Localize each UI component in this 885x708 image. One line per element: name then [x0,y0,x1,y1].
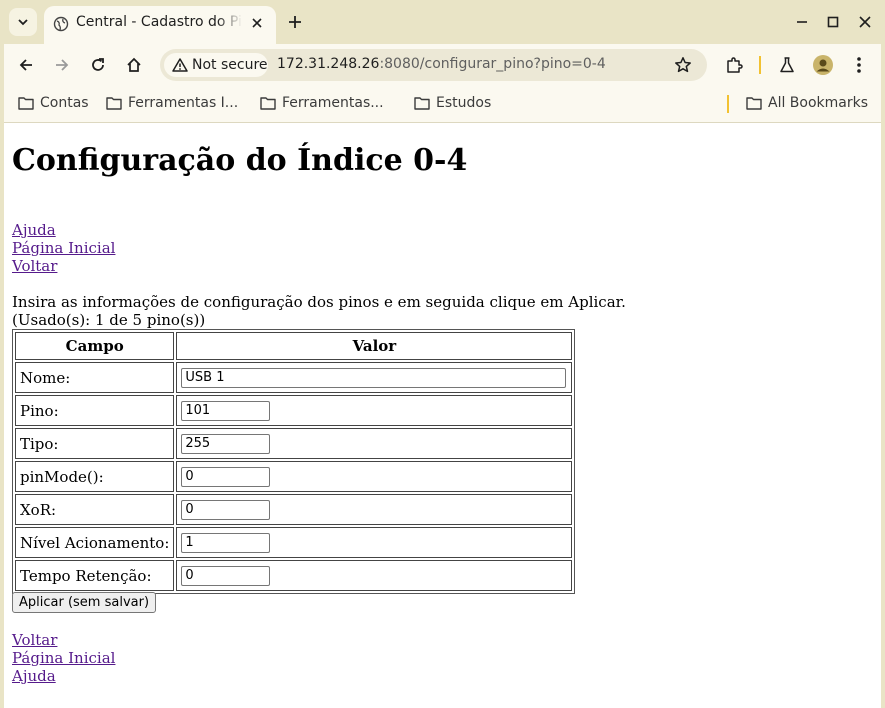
field-label-tempo-retencao: Tempo Retenção: [15,560,175,591]
field-cell [176,461,573,492]
nome-input[interactable] [181,367,567,388]
toolbar-separator [759,56,761,74]
pinmode-input[interactable] [181,466,271,487]
bookmarks-separator [727,95,729,113]
table-row: Tipo: [15,428,573,459]
labs-icon[interactable] [775,53,799,77]
folder-icon [746,97,762,110]
field-label-pinmode: pinMode(): [15,461,175,492]
field-cell [176,527,573,558]
tab-strip: Central - Cadastro do Pinos [0,0,885,44]
bookmark-contas[interactable]: Contas [18,93,89,113]
table-row: Pino: [15,395,573,426]
minimize-icon[interactable] [792,12,812,32]
profile-icon[interactable] [811,53,835,77]
tab-active[interactable]: Central - Cadastro do Pinos [44,6,276,44]
back-icon[interactable] [14,53,38,77]
field-label-nome: Nome: [15,362,175,393]
bookmark-label: Contas [40,95,89,111]
warning-icon [172,58,188,72]
reload-icon[interactable] [86,53,110,77]
forward-icon[interactable] [50,53,74,77]
close-icon[interactable] [248,14,266,32]
url-host: 172.31.248.26 [277,56,380,72]
link-pagina-inicial-top[interactable]: Página Inicial [12,239,115,257]
table-row: pinMode(): [15,461,573,492]
window-close-icon[interactable] [855,12,875,32]
xor-input[interactable] [181,499,271,520]
field-cell [176,560,573,591]
folder-icon [260,97,276,110]
link-pagina-inicial-bottom[interactable]: Página Inicial [12,649,115,667]
field-cell [176,395,573,426]
bookmark-ferramentas-2[interactable]: Ferramentas... [260,93,384,113]
link-ajuda-top[interactable]: Ajuda [12,221,115,239]
field-label-pino: Pino: [15,395,175,426]
maximize-icon[interactable] [823,12,843,32]
folder-icon [106,97,122,110]
link-voltar-bottom[interactable]: Voltar [12,631,115,649]
all-bookmarks-label: All Bookmarks [768,95,869,111]
instructions-text: Insira as informações de configuração do… [12,293,626,311]
bottom-links: Voltar Página Inicial Ajuda [12,631,115,685]
usage-text: (Usado(s): 1 de 5 pino(s)) [12,311,206,329]
instructions-block: Insira as informações de configuração do… [12,293,626,329]
link-ajuda-bottom[interactable]: Ajuda [12,667,115,685]
tipo-input[interactable] [181,433,271,454]
bookmark-estudos[interactable]: Estudos [414,93,491,113]
security-chip[interactable]: Not secure [164,53,268,77]
bookmark-label: Ferramentas... [282,95,384,111]
table-row: Nível Acionamento: [15,527,573,558]
field-label-tipo: Tipo: [15,428,175,459]
config-table: Campo Valor Nome: Pino: Tipo: pinMode():… [12,329,576,594]
nivel-acionamento-input[interactable] [181,532,271,553]
top-links: Ajuda Página Inicial Voltar [12,221,115,275]
page-content: Configuração do Índice 0-4 Ajuda Página … [4,123,881,708]
header-valor: Valor [176,332,573,360]
url-path: :8080/configurar_pino?pino=0-4 [379,56,606,72]
url-text[interactable]: 172.31.248.26:8080/configurar_pino?pino=… [277,56,606,72]
table-header-row: Campo Valor [15,332,573,360]
table-row: Tempo Retenção: [15,560,573,591]
menu-icon[interactable] [847,53,871,77]
field-cell [176,362,573,393]
page-title: Configuração do Índice 0-4 [12,143,468,178]
address-bar[interactable]: Not secure 172.31.248.26:8080/configurar… [160,49,707,81]
table-row: Nome: [15,362,573,393]
tempo-retencao-input[interactable] [181,565,271,586]
toolbar: Not secure 172.31.248.26:8080/configurar… [4,44,881,86]
field-cell [176,428,573,459]
bookmark-label: Estudos [436,95,492,111]
link-voltar-top[interactable]: Voltar [12,257,115,275]
home-icon[interactable] [122,53,146,77]
header-campo: Campo [15,332,175,360]
all-bookmarks[interactable]: All Bookmarks [746,93,868,113]
bookmarks-bar: Contas Ferramentas I... Ferramentas... E… [4,86,881,123]
plus-icon[interactable] [284,11,306,33]
tab-title: Central - Cadastro do Pinos [76,14,242,30]
field-label-nivel-acionamento: Nível Acionamento: [15,527,175,558]
folder-icon [414,97,430,110]
star-icon[interactable] [673,55,693,75]
globe-icon [53,16,69,32]
field-cell [176,494,573,525]
bookmark-ferramentas-1[interactable]: Ferramentas I... [106,93,238,113]
apply-button[interactable]: Aplicar (sem salvar) [12,592,157,613]
bookmark-label: Ferramentas I... [128,95,239,111]
field-label-xor: XoR: [15,494,175,525]
table-row: XoR: [15,494,573,525]
security-label: Not secure [192,57,268,73]
tab-search-icon[interactable] [9,8,37,36]
extensions-icon[interactable] [722,53,746,77]
folder-icon [18,97,34,110]
pino-input[interactable] [181,400,271,421]
